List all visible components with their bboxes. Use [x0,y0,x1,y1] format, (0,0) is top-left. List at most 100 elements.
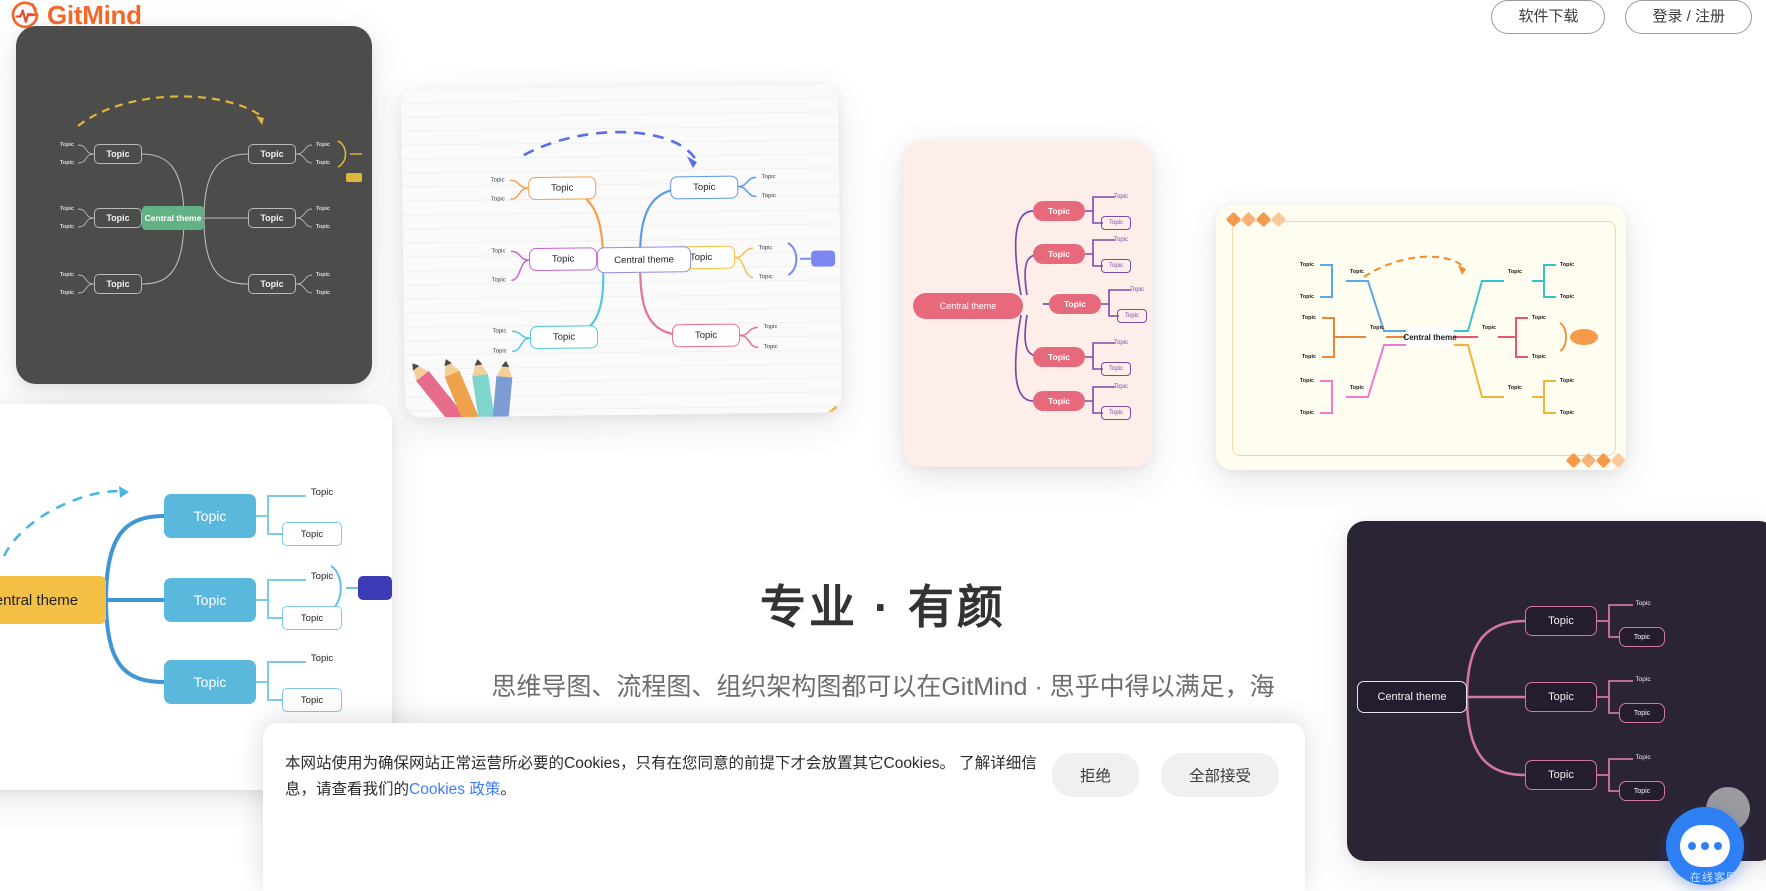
leaf-topic[interactable]: Topic [312,204,334,214]
leaf-topic[interactable]: Topic [1101,362,1131,376]
node-topic[interactable]: Topic [94,208,142,228]
leaf-topic[interactable]: Topic [312,222,334,232]
node-topic[interactable]: Topic [1346,383,1368,393]
leaf-topic[interactable]: Topic [1528,352,1550,362]
leaf-topic[interactable]: Topic [56,288,78,298]
leaf-topic[interactable]: Topic [486,274,511,285]
mindmap-card-cream[interactable]: Central theme Topic Topic Topic Topic To… [1216,205,1626,470]
node-topic[interactable]: Topic [94,274,142,294]
leaf-topic[interactable]: Topic [1123,284,1151,295]
brand-name: GitMind [47,0,142,30]
node-topic[interactable]: Topic [1504,267,1526,277]
leaf-topic[interactable]: Topic [1117,309,1147,323]
leaf-topic[interactable]: Topic [1107,381,1135,392]
leaf-topic[interactable]: Topic [282,522,342,546]
node-topic[interactable]: Topic [1033,347,1085,367]
node-topic[interactable]: Topic [671,323,741,348]
chat-dot-icon [1701,842,1709,850]
login-register-button[interactable]: 登录 / 注册 [1625,0,1752,34]
leaf-topic[interactable]: Topic [56,270,78,280]
node-topic[interactable]: Topic [1033,244,1085,264]
leaf-topic[interactable]: Topic [758,341,783,352]
chat-widget-label: 在线客服 [1690,872,1738,884]
node-topic[interactable]: Topic [529,325,599,350]
leaf-topic[interactable]: Topic [1619,781,1665,801]
cookie-text-after: 。 [500,781,516,798]
node-topic[interactable]: Topic [164,494,256,538]
node-topic[interactable]: Topic [1478,323,1500,333]
leaf-topic[interactable]: Topic [312,288,334,298]
diamond-icon [1565,452,1582,469]
mindmap-card-notebook[interactable]: Topic Topic Topic Topic Topic Topic Cent… [401,84,842,418]
leaf-topic[interactable]: Topic [1107,191,1135,202]
leaf-topic[interactable]: Topic [300,484,344,500]
software-download-button[interactable]: 软件下载 [1491,0,1606,34]
cream-diamond-group-top [1225,211,1287,228]
leaf-topic[interactable]: Topic [1296,376,1318,386]
cookie-banner: 本网站使用为确保网站正常运营所必要的Cookies，只有在您同意的前提下才会放置… [263,723,1305,891]
leaf-topic[interactable]: Topic [312,140,334,150]
node-topic[interactable]: Topic [248,144,296,164]
leaf-topic[interactable]: Topic [753,271,778,282]
leaf-topic[interactable]: Topic [1101,259,1131,273]
landing-page: Topic Topic Topic Topic Topic Topic Cent… [0,0,1766,891]
leaf-topic[interactable]: Topic [1556,292,1578,302]
leaf-topic[interactable]: Topic [1107,234,1135,245]
leaf-topic[interactable]: Topic [1101,406,1131,420]
node-topic[interactable]: Topic [248,274,296,294]
cookie-reject-button[interactable]: 拒绝 [1051,753,1139,797]
cookie-accept-all-button[interactable]: 全部接受 [1160,753,1279,797]
node-central-theme[interactable]: Central theme [913,293,1023,319]
leaf-topic[interactable]: Topic [1296,260,1318,270]
leaf-topic[interactable]: Topic [1629,751,1657,764]
node-topic[interactable]: Topic [1049,294,1101,314]
node-topic[interactable]: Topic [670,175,739,200]
leaf-topic[interactable]: Topic [758,321,783,332]
leaf-topic[interactable]: Topic [56,140,78,150]
cookie-text-before: 本网站使用为确保网站正常运营所必要的Cookies，只有在您同意的前提下才会放置… [285,755,1037,798]
leaf-topic[interactable]: Topic [486,245,511,256]
node-topic[interactable]: Topic [528,247,598,272]
node-topic[interactable]: Topic [1366,323,1388,333]
leaf-topic[interactable]: Topic [756,171,781,182]
leaf-topic[interactable]: Topic [1101,216,1131,230]
node-topic[interactable]: Topic [248,208,296,228]
leaf-topic[interactable]: Topic [312,158,334,168]
leaf-topic[interactable]: Topic [1298,313,1320,323]
chat-bubble-icon [1680,825,1730,867]
header-actions: 软件下载 登录 / 注册 [1491,0,1752,34]
leaf-topic[interactable]: Topic [756,190,781,201]
brand[interactable]: GitMind [10,0,142,30]
dark-slate-dashed-arc-icon [77,95,265,127]
node-topic[interactable]: Topic [1346,267,1368,277]
node-central-theme[interactable]: Central theme [1403,327,1457,347]
chat-widget[interactable]: 在线客服 [1666,785,1758,885]
leaf-topic[interactable]: Topic [485,193,510,204]
leaf-topic[interactable]: Topic [56,222,78,232]
node-topic[interactable]: Topic [528,176,597,201]
leaf-topic[interactable]: Topic [56,204,78,214]
leaf-topic[interactable]: Topic [312,270,334,280]
mindmap-card-pink[interactable]: Central theme Topic Topic Topic Topic To… [903,141,1152,467]
node-central-theme[interactable]: Central theme [596,246,692,274]
node-topic[interactable]: Topic [1033,201,1085,221]
leaf-topic[interactable]: Topic [1296,292,1318,302]
leaf-topic[interactable]: Topic [1556,376,1578,386]
leaf-topic[interactable]: Topic [1556,408,1578,418]
leaf-topic[interactable]: Topic [1107,337,1135,348]
leaf-topic[interactable]: Topic [1298,352,1320,362]
leaf-topic[interactable]: Topic [56,158,78,168]
node-topic[interactable]: Topic [1033,391,1085,411]
node-topic[interactable]: Topic [1504,383,1526,393]
node-topic[interactable]: Topic [94,144,142,164]
leaf-topic[interactable]: Topic [1296,408,1318,418]
cookies-policy-link[interactable]: Cookies 政策 [409,781,500,798]
node-topic[interactable]: Topic [1525,760,1597,790]
leaf-topic[interactable]: Topic [485,174,510,185]
cookie-banner-text: 本网站使用为确保网站正常运营所必要的Cookies，只有在您同意的前提下才会放置… [285,751,1052,803]
leaf-topic[interactable]: Topic [1528,313,1550,323]
mindmap-card-dark-slate[interactable]: Topic Topic Topic Topic Topic Topic Cent… [16,26,372,384]
leaf-topic[interactable]: Topic [1556,260,1578,270]
node-central-theme[interactable]: Central theme [142,206,204,230]
leaf-topic[interactable]: Topic [753,242,778,253]
